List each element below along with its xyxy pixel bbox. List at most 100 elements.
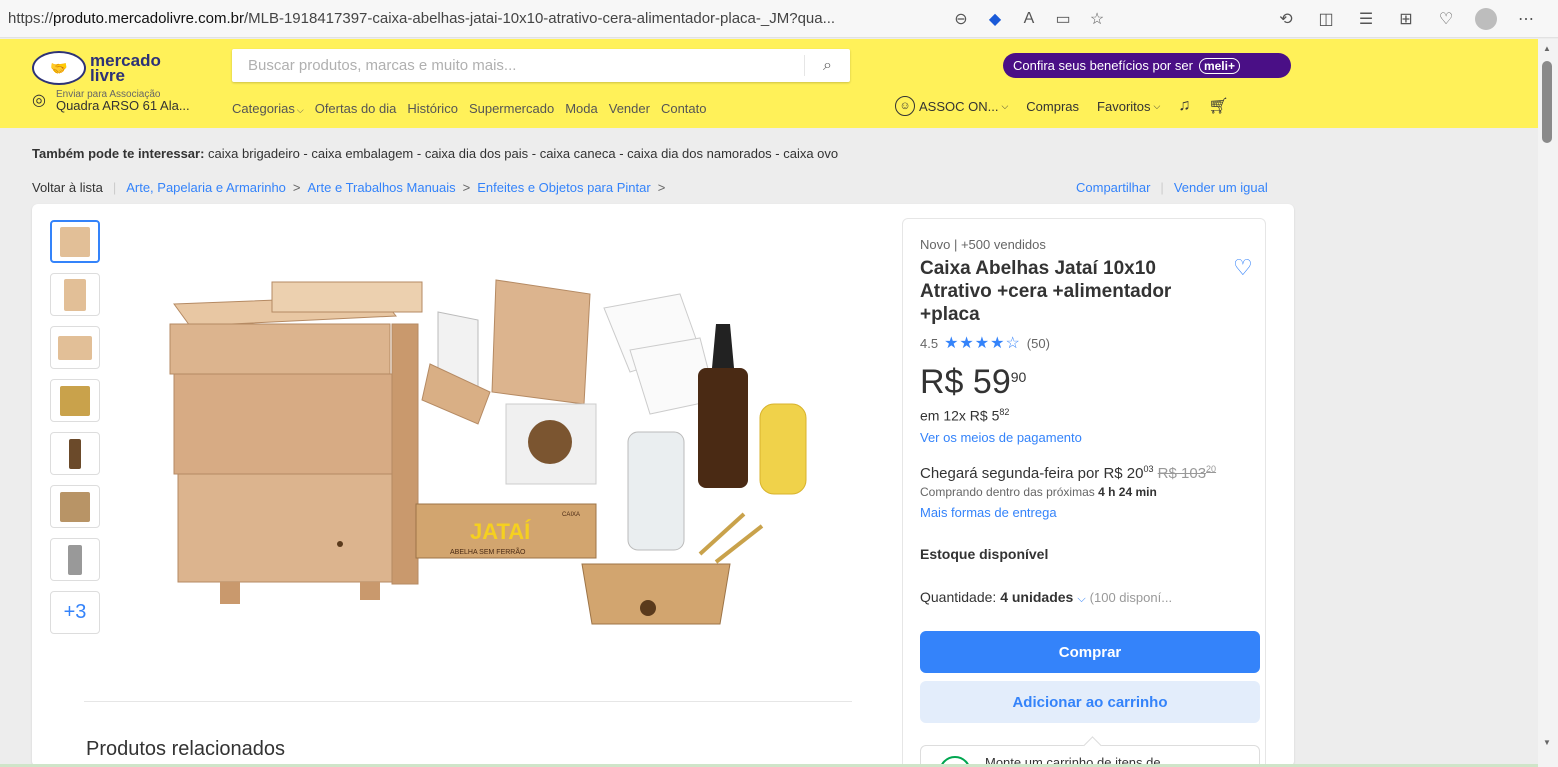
thumbnail-4[interactable]	[50, 379, 100, 422]
price: R$ 5990	[920, 363, 1026, 402]
nav-contato[interactable]: Contato	[661, 101, 707, 116]
meli-plus-banner[interactable]: Confira seus benefícios por ser meli+	[1003, 53, 1291, 78]
share-link[interactable]: Compartilhar	[1076, 180, 1150, 195]
installments-cents: 82	[999, 407, 1010, 417]
related-label: Também pode te interessar:	[32, 146, 205, 161]
split-screen-icon[interactable]: ◫	[1306, 8, 1346, 30]
thumbnail-7[interactable]	[50, 538, 100, 581]
thumbnail-2[interactable]	[50, 273, 100, 316]
nav-ofertas[interactable]: Ofertas do dia	[315, 101, 397, 116]
profile-avatar[interactable]	[1475, 8, 1497, 30]
back-to-list-link[interactable]: Voltar à lista	[32, 180, 103, 195]
thumbnail-image	[58, 335, 92, 360]
breadcrumb-item-arte-papelaria[interactable]: Arte, Papelaria e Armarinho	[126, 180, 286, 195]
delivery-info: Chegará segunda-feira por R$ 2003 R$ 103…	[920, 464, 1216, 482]
installments: em 12x R$ 582	[920, 407, 1009, 424]
delivery-old-price: R$ 10320	[1158, 464, 1217, 482]
thumbnail-image	[60, 491, 90, 522]
breadcrumb-item-arte-trabalhos[interactable]: Arte e Trabalhos Manuais	[308, 180, 456, 195]
scroll-thumb[interactable]	[1542, 61, 1552, 143]
thumbnail-6[interactable]	[50, 485, 100, 528]
zoom-icon[interactable]: ⊖	[944, 8, 978, 30]
rating[interactable]: 4.5 ★★★★☆ (50)	[920, 333, 1050, 353]
shipping-address[interactable]: ◎ Enviar para Associação Quadra ARSO 61 …	[32, 89, 190, 113]
favorites-menu[interactable]: Favoritos ⌵	[1097, 99, 1160, 114]
jatai-subtitle: ABELHA SEM FERRÃO	[450, 547, 526, 556]
related-products-title: Produtos relacionados	[86, 738, 286, 760]
product-card: +3 JATAÍ ABELHA SEM FERRÃO CAIXA Produto…	[32, 204, 1294, 767]
user-nav: ☺ ASSOC ON... ⌵ Compras Favoritos ⌵ ♫ 🛒︎	[895, 96, 1247, 116]
more-shipping-link[interactable]: Mais formas de entrega	[920, 505, 1057, 520]
tag-icon[interactable]: ◆	[978, 8, 1012, 30]
delivery-deadline: Comprando dentro das próximas 4 h 24 min	[920, 485, 1157, 499]
buy-button[interactable]: Comprar	[920, 631, 1260, 673]
chevron-right-icon: >	[657, 180, 666, 195]
meli-plus-tag: meli+	[1198, 57, 1240, 74]
thumbnail-image	[60, 385, 90, 416]
nav-vender[interactable]: Vender	[609, 101, 650, 116]
favorite-star-icon[interactable]: ☆	[1080, 8, 1114, 30]
read-aloud-icon[interactable]: A	[1012, 8, 1046, 30]
mercadolivre-logo[interactable]: 🤝 mercado livre	[32, 51, 161, 85]
breadcrumb: Voltar à lista | Arte, Papelaria e Armar…	[32, 180, 672, 195]
page-scrollbar[interactable]: ▲ ▼	[1538, 39, 1558, 767]
thumbnail-1[interactable]	[50, 220, 100, 263]
bell-icon[interactable]: ♫	[1178, 97, 1190, 115]
nav-moda[interactable]: Moda	[565, 101, 598, 116]
delivery-old-cents: 20	[1206, 464, 1217, 474]
search-input[interactable]	[232, 49, 792, 82]
scroll-down-arrow-icon[interactable]: ▼	[1543, 738, 1551, 747]
performance-icon[interactable]: ♡	[1426, 8, 1466, 30]
cart-icon[interactable]: 🛒︎	[1208, 96, 1228, 116]
payment-methods-link[interactable]: Ver os meios de pagamento	[920, 430, 1082, 445]
product-main-image[interactable]: JATAÍ ABELHA SEM FERRÃO CAIXA	[160, 264, 840, 654]
delivery-deadline-time: 4 h 24 min	[1098, 485, 1157, 499]
nav-historico[interactable]: Histórico	[407, 101, 458, 116]
separator: |	[112, 180, 117, 195]
price-cents: 90	[1010, 369, 1027, 385]
thumbnail-more[interactable]: +3	[50, 591, 100, 634]
related-items[interactable]: caixa brigadeiro - caixa embalagem - cai…	[208, 146, 838, 161]
search-icon[interactable]: ⌕	[804, 55, 850, 76]
nav-supermercado[interactable]: Supermercado	[469, 101, 554, 116]
immersive-reader-icon[interactable]: ▭	[1046, 8, 1080, 30]
more-menu-icon[interactable]: ⋯	[1506, 8, 1546, 30]
chevron-down-icon: ⌵	[296, 105, 304, 115]
jatai-tag: CAIXA	[562, 512, 580, 518]
thumbnail-5[interactable]	[50, 432, 100, 475]
share-actions: Compartilhar | Vender um igual	[1076, 180, 1268, 195]
favorites-bar-icon[interactable]: ☰	[1346, 8, 1386, 30]
address-bar[interactable]: https://produto.mercadolivre.com.br/MLB-…	[8, 10, 938, 27]
thumbnail-3[interactable]	[50, 326, 100, 369]
chevron-down-icon: ⌵	[1153, 100, 1161, 111]
meli-banner-text: Confira seus benefícios por ser	[1013, 58, 1193, 73]
url-domain: produto.mercadolivre.com.br	[53, 10, 244, 27]
sell-similar-link[interactable]: Vender um igual	[1174, 180, 1268, 195]
purchases-link[interactable]: Compras	[1026, 99, 1079, 114]
handshake-icon: 🤝	[32, 51, 86, 85]
nav-categorias[interactable]: Categorias ⌵	[232, 101, 304, 116]
add-to-cart-button[interactable]: Adicionar ao carrinho	[920, 681, 1260, 723]
breadcrumb-item-enfeites[interactable]: Enfeites e Objetos para Pintar	[477, 180, 650, 195]
collections-icon[interactable]: ⊞	[1386, 8, 1426, 30]
chevron-down-icon: ⌵	[1001, 100, 1009, 111]
section-divider	[84, 701, 852, 702]
extensions-icon[interactable]: ⟲	[1266, 8, 1306, 30]
favorites-label: Favoritos	[1097, 98, 1151, 114]
quantity-selector[interactable]: Quantidade: 4 unidades ⌵ (100 disponí...	[920, 589, 1172, 606]
star-rating-icon: ★★★★☆	[944, 335, 1021, 352]
site-header: 🤝 mercadolivre ⌕ Confira seus benefícios…	[0, 39, 1538, 128]
jatai-label: JATAÍ	[470, 519, 531, 544]
user-icon: ☺	[895, 96, 915, 116]
related-searches: Também pode te interessar: caixa brigade…	[32, 146, 838, 161]
thumbnail-image	[68, 544, 82, 575]
rating-value: 4.5	[920, 335, 939, 351]
thumbnail-image	[69, 438, 81, 469]
product-title: Caixa Abelhas Jataí 10x10 Atrativo +cera…	[920, 258, 1172, 325]
scroll-up-arrow-icon[interactable]: ▲	[1543, 44, 1551, 53]
ship-address: Quadra ARSO 61 Ala...	[55, 98, 190, 113]
url-path: /MLB-1918417397-caixa-abelhas-jatai-10x1…	[243, 10, 836, 27]
url-prefix: https://	[8, 10, 54, 27]
heart-icon[interactable]: ♡	[1233, 255, 1253, 281]
user-menu[interactable]: ☺ ASSOC ON... ⌵	[895, 96, 1008, 116]
